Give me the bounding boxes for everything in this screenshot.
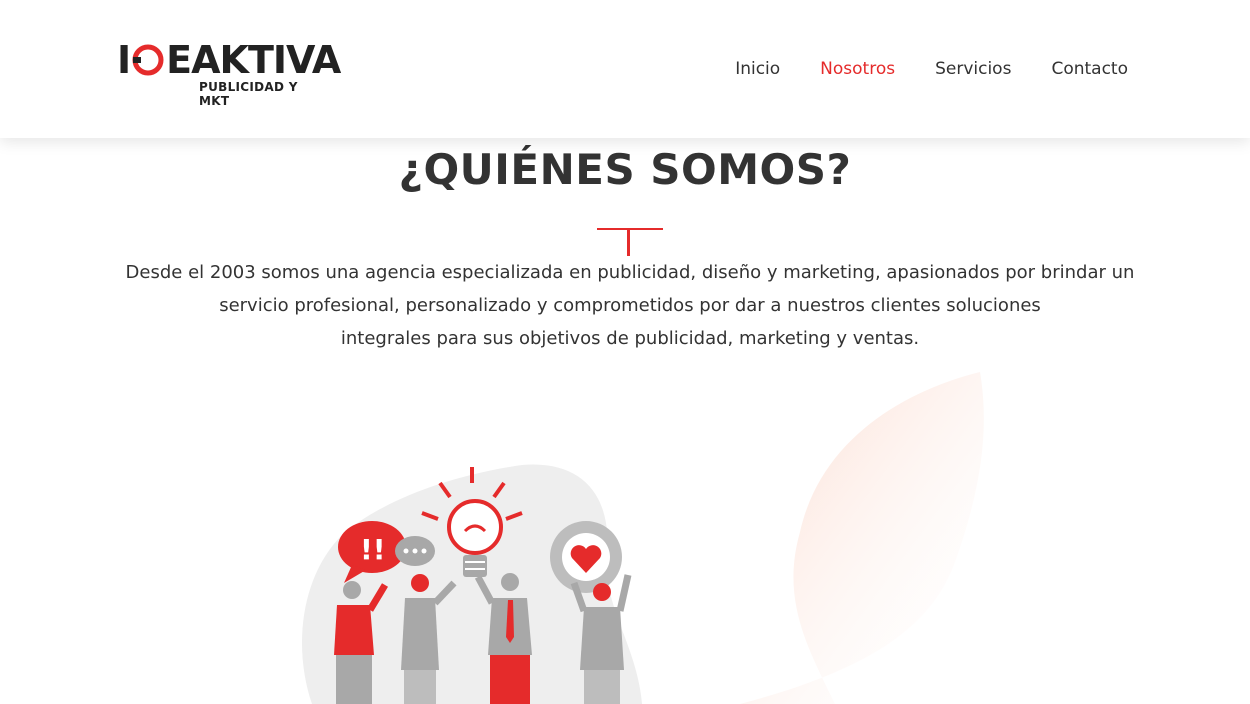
nav-item-inicio[interactable]: Inicio bbox=[735, 58, 780, 80]
logo-tagline: PUBLICIDAD Y MKT bbox=[199, 80, 298, 108]
logo-ring-icon bbox=[132, 44, 164, 76]
title-divider bbox=[597, 228, 663, 256]
logo[interactable]: I EAKTIVA PUBLICIDAD Y MKT bbox=[117, 38, 341, 108]
nav-item-contacto[interactable]: Contacto bbox=[1051, 58, 1128, 80]
nav-item-nosotros[interactable]: Nosotros bbox=[820, 58, 895, 80]
svg-text:!!: !! bbox=[360, 533, 386, 566]
description-line: integrales para sus objetivos de publici… bbox=[340, 328, 920, 349]
main-nav: Inicio Nosotros Servicios Contacto bbox=[695, 58, 1128, 80]
decorative-blob bbox=[740, 372, 984, 704]
nav-item-servicios[interactable]: Servicios bbox=[935, 58, 1011, 80]
heart-icon bbox=[550, 521, 622, 593]
page-title: ¿QUIÉNES SOMOS? bbox=[398, 145, 852, 194]
description-line: servicio profesional, personalizado y co… bbox=[219, 295, 1041, 316]
team-ideas-illustration: !! bbox=[302, 464, 642, 704]
logo-wordmark: I EAKTIVA bbox=[117, 38, 341, 82]
description-line: Desde el 2003 somos una agencia especial… bbox=[125, 262, 1135, 283]
about-description: Desde el 2003 somos una agencia especial… bbox=[100, 256, 1160, 355]
site-header: I EAKTIVA PUBLICIDAD Y MKT Inicio Nosotr… bbox=[0, 0, 1250, 138]
